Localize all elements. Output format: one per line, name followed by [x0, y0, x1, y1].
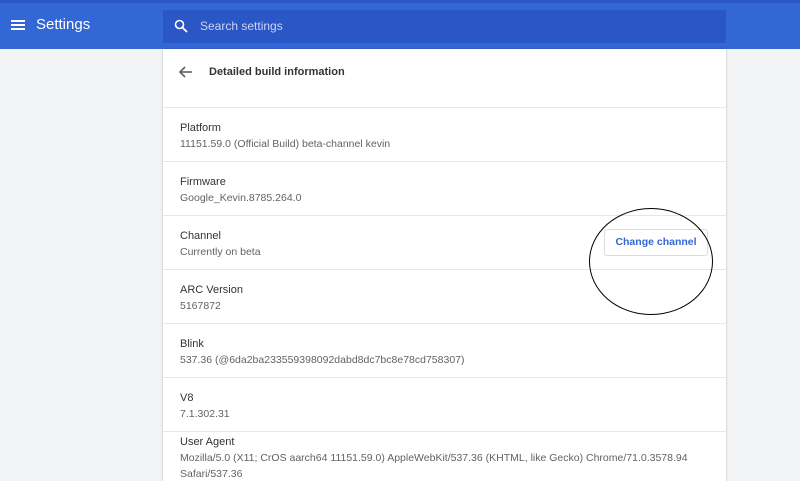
row-label: Blink [180, 338, 204, 350]
app-title: Settings [36, 16, 91, 33]
change-channel-button[interactable]: Change channel [604, 229, 708, 256]
row-label: V8 [180, 392, 194, 404]
row-v8: V8 7.1.302.31 [163, 378, 726, 432]
row-value: 11151.59.0 (Official Build) beta-channel… [180, 138, 391, 150]
card-header: Detailed build information [163, 49, 726, 108]
row-channel: Channel Currently on beta Change channel [163, 216, 726, 270]
row-value: Google_Kevin.8785.264.0 [180, 192, 302, 204]
row-user-agent: User Agent Mozilla/5.0 (X11; CrOS aarch6… [163, 432, 726, 481]
search-input[interactable] [200, 17, 700, 35]
page-title: Detailed build information [209, 66, 345, 78]
build-info-card: Detailed build information Platform 1115… [163, 49, 726, 481]
hamburger-menu-icon[interactable] [8, 15, 28, 35]
row-platform: Platform 11151.59.0 (Official Build) bet… [163, 108, 726, 162]
row-label: Firmware [180, 176, 226, 188]
row-value: 537.36 (@6da2ba233559398092dabd8dc7bc8e7… [180, 354, 465, 366]
row-value: 7.1.302.31 [180, 408, 230, 420]
row-label: Platform [180, 122, 221, 134]
top-toolbar: Settings [0, 0, 800, 49]
row-firmware: Firmware Google_Kevin.8785.264.0 [163, 162, 726, 216]
row-label: ARC Version [180, 284, 243, 296]
arrow-back-icon[interactable] [177, 63, 195, 81]
search-icon [174, 19, 188, 33]
search-box[interactable] [163, 10, 726, 43]
row-label: User Agent [180, 436, 235, 448]
row-value: Mozilla/5.0 (X11; CrOS aarch64 11151.59.… [180, 452, 688, 480]
row-arc-version: ARC Version 5167872 [163, 270, 726, 324]
row-blink: Blink 537.36 (@6da2ba233559398092dabd8dc… [163, 324, 726, 378]
row-label: Channel [180, 230, 221, 242]
row-value: 5167872 [180, 300, 221, 312]
row-value: Currently on beta [180, 246, 261, 258]
